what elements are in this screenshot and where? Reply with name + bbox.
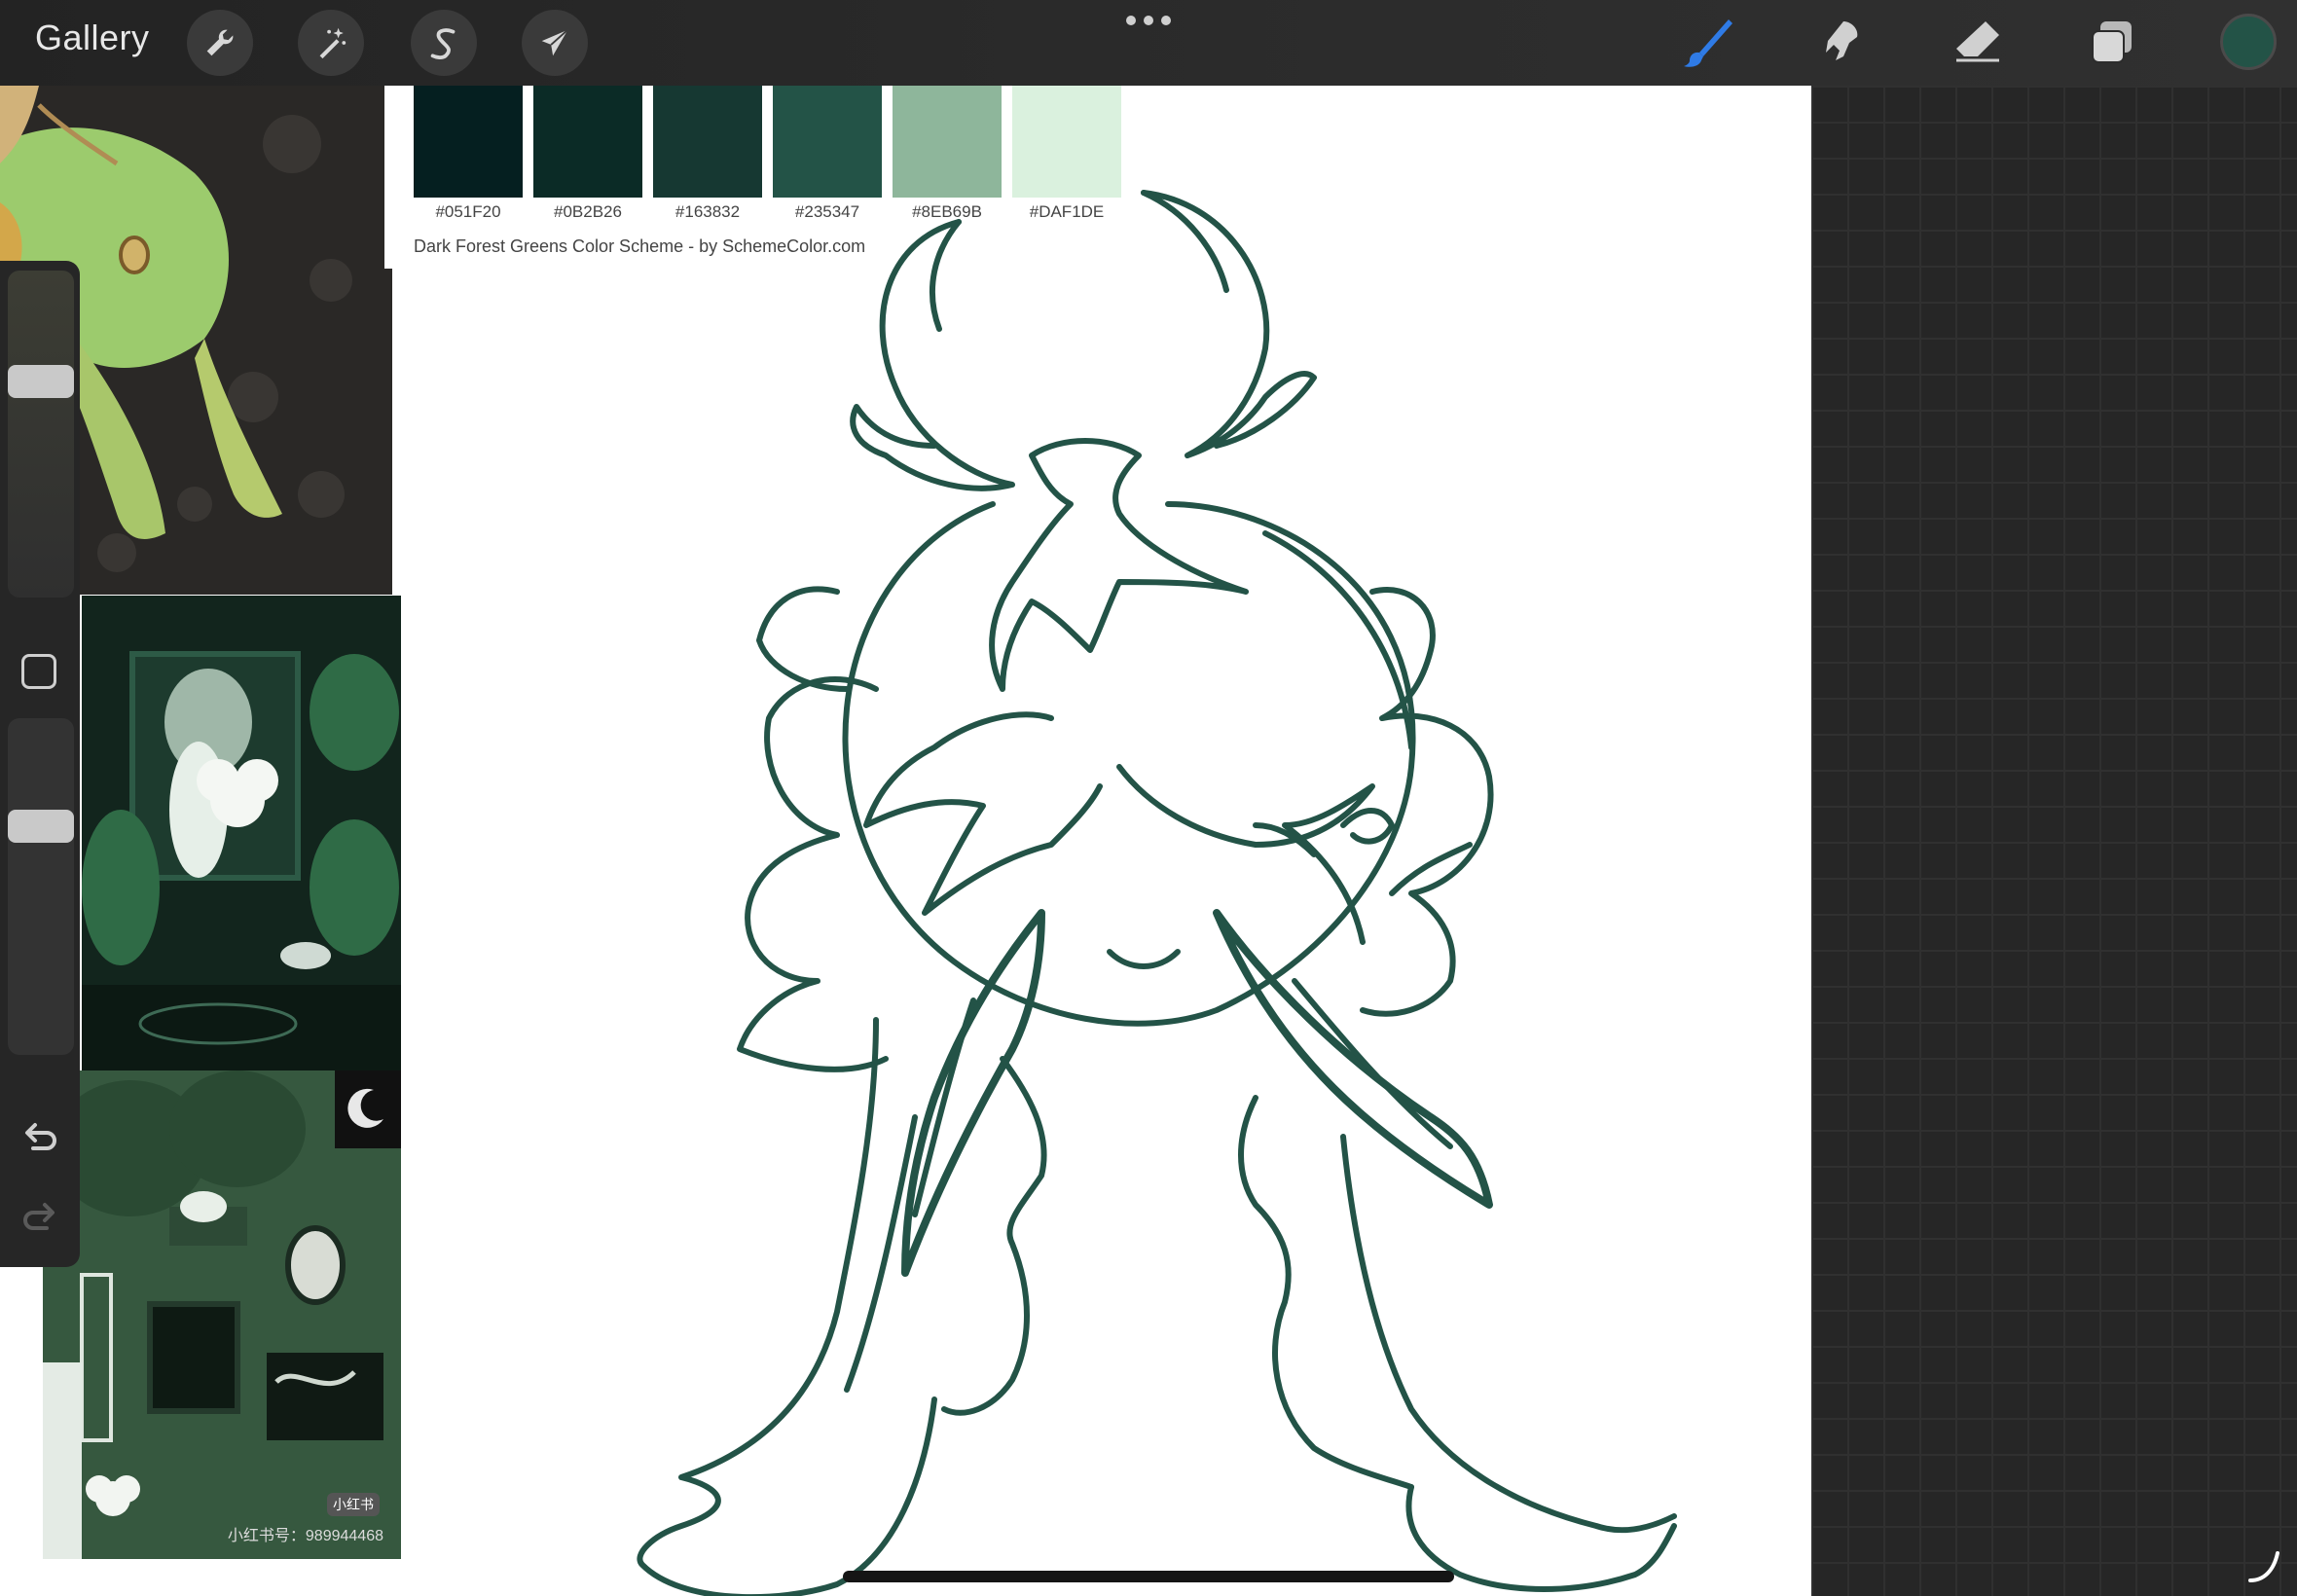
selection-s-icon[interactable] [411,10,477,76]
redo-icon[interactable] [19,1197,60,1238]
undo-icon[interactable] [19,1117,60,1158]
opacity-slider[interactable] [8,718,74,1055]
hair-bow [989,438,1249,692]
canvas-background-grid [1811,86,2297,1596]
color-picker-button[interactable] [2220,14,2277,70]
ellipsis-icon[interactable] [1126,16,1171,29]
hair-puff-left [737,676,889,1072]
hair-strand-right [1213,909,1493,1209]
hair-fringe [863,711,1103,916]
square-modifier-icon[interactable] [21,654,56,689]
layers-icon[interactable] [2081,12,2143,74]
brush-icon[interactable] [1676,12,1738,74]
brush-size-thumb[interactable] [8,364,74,398]
gallery-button[interactable]: Gallery [35,18,150,58]
quick-shape-icon[interactable] [2244,1547,2283,1586]
wrench-icon[interactable] [187,10,253,76]
top-toolbar: Gallery [0,0,2297,86]
drawing-canvas[interactable]: 小红书 小红书号：989944468 #051F20 #0B2B26 #1638… [0,86,1811,1596]
opacity-thumb[interactable] [8,809,74,843]
eraser-icon[interactable] [1947,12,2009,74]
smudge-icon[interactable] [1810,12,1873,74]
line-art-sketch [637,190,1677,1596]
hair-body-left [637,1017,937,1596]
smile [1107,949,1181,969]
antler-left [850,219,1015,491]
transform-arrow-icon[interactable] [522,10,588,76]
hair-body-right [1238,1095,1414,1490]
magic-wand-icon[interactable] [298,10,364,76]
home-indicator [843,1571,1454,1582]
brush-size-slider[interactable] [8,271,74,598]
sidebar-panel [0,261,80,1267]
antler-right [1141,190,1317,458]
hair-strand-left [901,909,1045,1277]
